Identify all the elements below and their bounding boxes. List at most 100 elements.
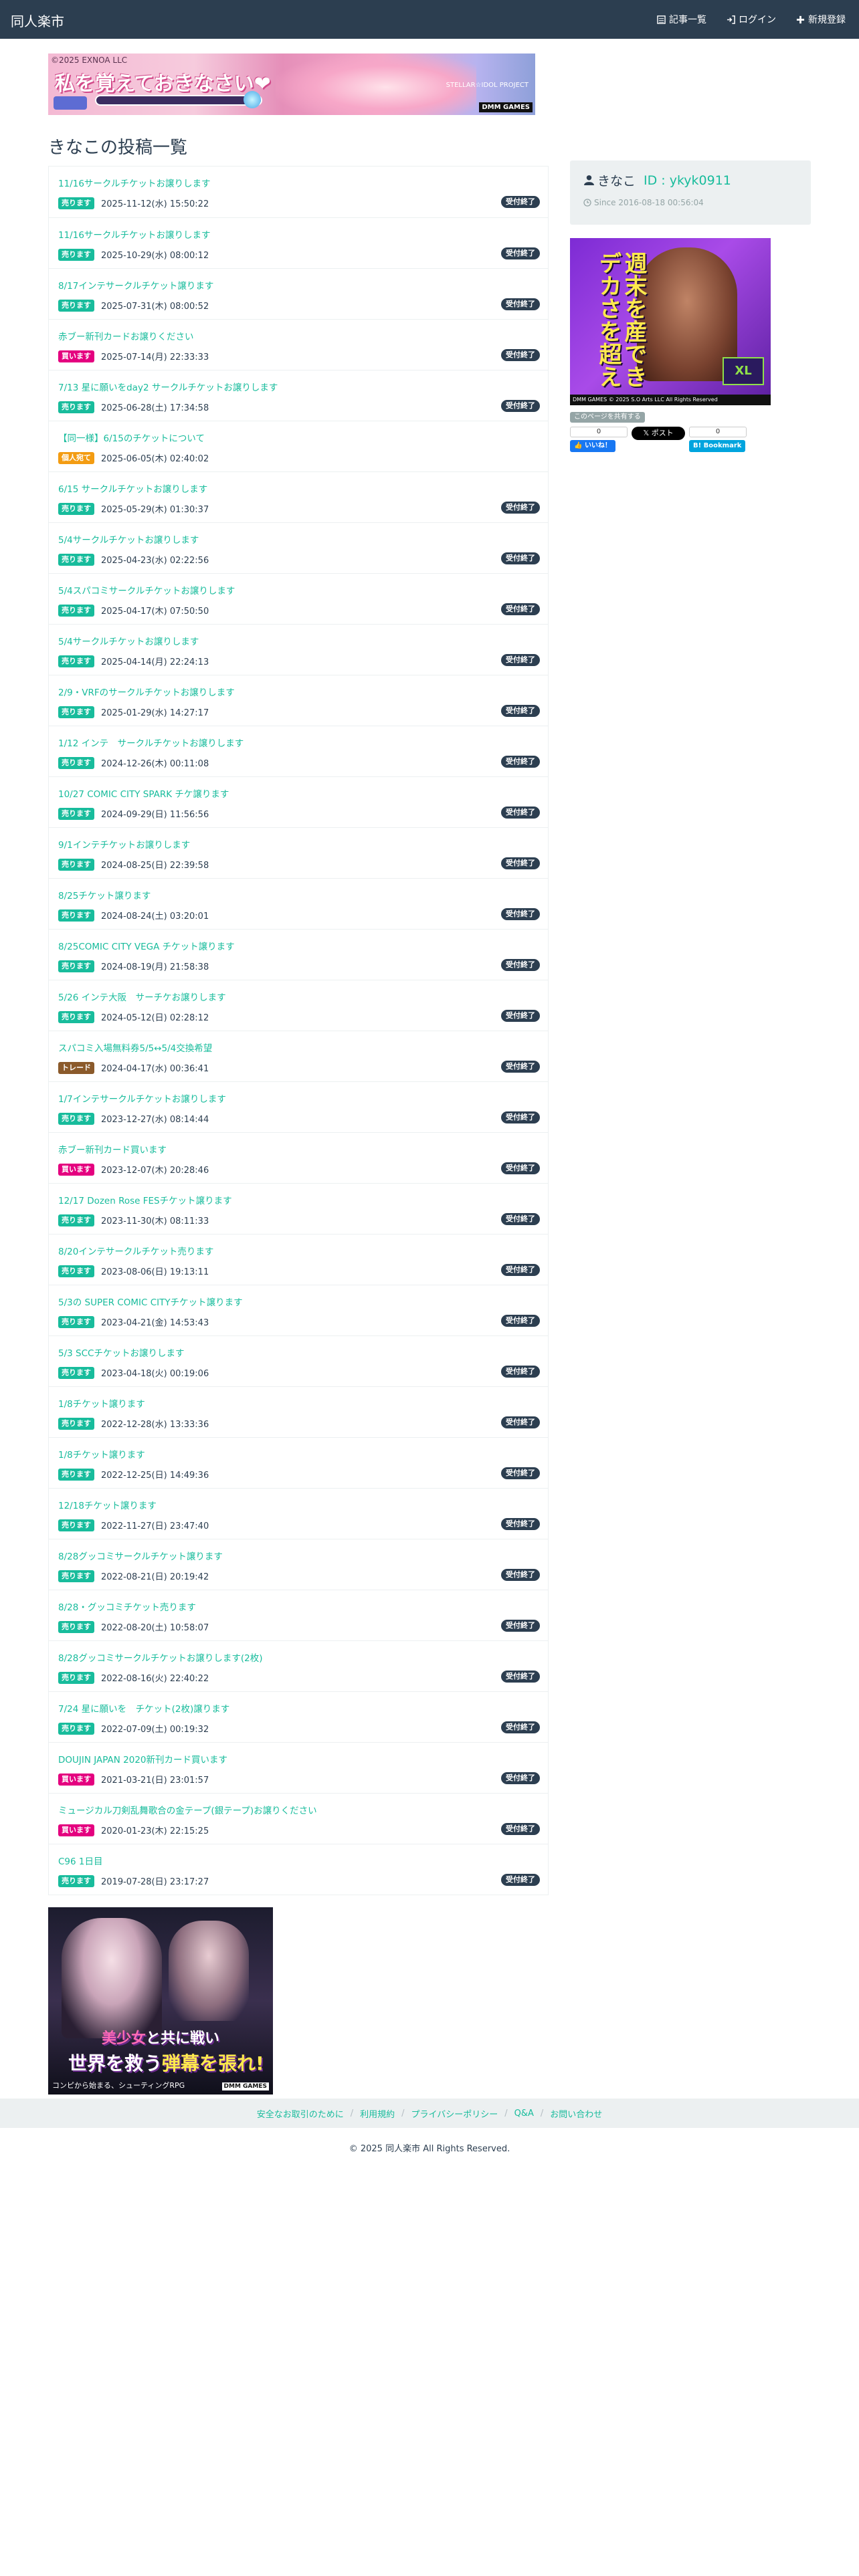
post-item[interactable]: 8/17インテサークルチケット譲ります 売ります 2025-07-31(木) 08:… xyxy=(49,268,548,319)
ad-tagline: STELLAR☆IDOL PROJECT xyxy=(446,82,529,89)
brand-logo[interactable]: 同人楽市 xyxy=(11,11,64,30)
post-item[interactable]: 5/4サークルチケットお譲りします 売ります 2025-04-23(水) 02:22… xyxy=(49,522,548,573)
post-title-link[interactable]: 7/13 星に願いをday2 サークルチケットお譲りします xyxy=(58,380,278,393)
post-title-link[interactable]: 8/28・グッコミチケット売ります xyxy=(58,1600,196,1613)
post-item[interactable]: 8/28グッコミサークルチケットお譲りします(2枚) 売ります 2022-08-16… xyxy=(49,1640,548,1691)
hatena-bookmark-text: Bookmark xyxy=(703,442,742,449)
post-item[interactable]: 1/12 インテ サークルチケットお譲りします 売ります 2024-12-26(木)… xyxy=(49,726,548,776)
post-title-link[interactable]: 1/12 インテ サークルチケットお譲りします xyxy=(58,736,244,749)
page-title: きなこの投稿一覧 xyxy=(48,138,188,158)
nav-article-list[interactable]: 記事一覧 xyxy=(657,13,706,26)
post-title-link[interactable]: 【同一様】6/15のチケットについて xyxy=(58,431,205,444)
facebook-like-button[interactable]: 0 👍 いいね！ xyxy=(570,427,628,452)
post-title-link[interactable]: 5/3の SUPER COMIC CITYチケット譲ります xyxy=(58,1295,243,1308)
post-item[interactable]: 5/4サークルチケットお譲りします 売ります 2025-04-14(月) 22:24… xyxy=(49,624,548,675)
post-status-badge: 受付終了 xyxy=(501,603,540,615)
post-title-link[interactable]: 8/28グッコミサークルチケット譲ります xyxy=(58,1549,223,1562)
post-item[interactable]: 5/4スパコミサークルチケットお譲りします 売ります 2025-04-17(木) 0… xyxy=(49,573,548,624)
post-item[interactable]: DOUJIN JAPAN 2020新刊カード買います 買います 2021-03-21… xyxy=(49,1742,548,1793)
post-title-link[interactable]: 6/15 サークルチケットお譲りします xyxy=(58,481,207,495)
bottom-ad-banner[interactable]: 美少女と共に戦い 世界を救う弾幕を張れ! コンピから始まる、シューティングRPG… xyxy=(48,1907,273,2095)
post-item[interactable]: 10/27 COMIC CITY SPARK チケ譲ります 売ります 2024-09… xyxy=(49,776,548,827)
post-title-link[interactable]: 1/8チケット譲ります xyxy=(58,1447,145,1461)
post-item[interactable]: 赤ブー新刊カードお譲りください 買います 2025-07-14(月) 22:33:3… xyxy=(49,319,548,370)
post-item[interactable]: 7/13 星に願いをday2 サークルチケットお譲りします 売ります 2025-06… xyxy=(49,370,548,421)
footer-link[interactable]: 安全なお取引のために xyxy=(257,2107,344,2120)
x-post-button[interactable]: 𝕏 ポスト xyxy=(632,427,685,440)
post-item[interactable]: 8/20インテサークルチケット売ります 売ります 2023-08-06(日) 19:… xyxy=(49,1234,548,1285)
post-item[interactable]: 11/16サークルチケットお譲りします 売ります 2025-10-29(水) 08:… xyxy=(49,217,548,268)
post-item[interactable]: 8/25チケット譲ります 売ります 2024-08-24(土) 03:20:01 受付… xyxy=(49,878,548,929)
post-title-link[interactable]: 8/20インテサークルチケット売ります xyxy=(58,1244,213,1257)
post-title-link[interactable]: 5/4スパコミサークルチケットお譲りします xyxy=(58,583,235,597)
share-label: このページを共有する xyxy=(570,412,645,423)
post-item[interactable]: 1/8チケット譲ります 売ります 2022-12-25(日) 14:49:36 受付終… xyxy=(49,1437,548,1488)
ad-game-logo xyxy=(54,96,87,110)
post-title-link[interactable]: 10/27 COMIC CITY SPARK チケ譲ります xyxy=(58,786,229,800)
post-title-link[interactable]: 1/8チケット譲ります xyxy=(58,1396,145,1410)
post-item[interactable]: 5/3の SUPER COMIC CITYチケット譲ります 売ります 2023-04… xyxy=(49,1285,548,1335)
post-status-badge: 受付終了 xyxy=(501,1213,540,1225)
post-item[interactable]: 9/1インテチケットお譲りします 売ります 2024-08-25(日) 22:39:… xyxy=(49,827,548,878)
post-title-link[interactable]: C96 1日目 xyxy=(58,1854,103,1867)
post-item[interactable]: 12/18チケット譲ります 売ります 2022-11-27(日) 23:47:40 受… xyxy=(49,1488,548,1539)
post-title-link[interactable]: 2/9・VRFのサークルチケットお譲りします xyxy=(58,685,235,698)
post-title-link[interactable]: 9/1インテチケットお譲りします xyxy=(58,837,190,851)
post-item[interactable]: 赤ブー新刊カード買います 買います 2023-12-07(木) 20:28:46 受付… xyxy=(49,1132,548,1183)
post-title-link[interactable]: スパコミ入場無料券5/5↔︎5/4交換希望 xyxy=(58,1041,212,1054)
post-title-link[interactable]: 5/26 インテ大阪 サーチケお譲りします xyxy=(58,990,226,1003)
post-item[interactable]: 7/24 星に願いを チケット(2枚)譲ります 売ります 2022-07-09(土)… xyxy=(49,1691,548,1742)
post-item[interactable]: 5/3 SCCチケットお譲りします 売ります 2023-04-18(火) 00:19… xyxy=(49,1335,548,1386)
top-ad-banner[interactable]: ©2025 EXNOA LLC 私を覚えておきなさい❤ STELLAR☆IDOL… xyxy=(48,53,535,115)
post-title-link[interactable]: 12/18チケット譲ります xyxy=(58,1498,157,1511)
post-title-link[interactable]: 8/17インテサークルチケット譲ります xyxy=(58,278,213,292)
post-item[interactable]: 2/9・VRFのサークルチケットお譲りします 売ります 2025-01-29(水) … xyxy=(49,675,548,726)
post-title-link[interactable]: 5/4サークルチケットお譲りします xyxy=(58,634,199,647)
post-item[interactable]: 11/16サークルチケットお譲りします 売ります 2025-11-12(水) 15:… xyxy=(49,167,548,217)
footer-link[interactable]: 利用規約 xyxy=(360,2107,395,2120)
post-item[interactable]: 6/15 サークルチケットお譲りします 売ります 2025-05-29(木) 01:… xyxy=(49,471,548,522)
post-item[interactable]: 8/28グッコミサークルチケット譲ります 売ります 2022-08-21(日) 20… xyxy=(49,1539,548,1590)
hatena-bookmark-button[interactable]: 0 B! Bookmark xyxy=(689,427,747,452)
post-item[interactable]: 【同一様】6/15のチケットについて 個人宛て 2025-06-05(木) 02:4… xyxy=(49,421,548,471)
post-title-link[interactable]: ミュージカル刀剣乱舞歌合の金テープ(銀テープ)お譲りください xyxy=(58,1803,317,1816)
ad-headline-2a: 世界を救う xyxy=(68,2052,163,2074)
footer-separator: / xyxy=(401,2108,405,2119)
post-title-link[interactable]: 赤ブー新刊カード買います xyxy=(58,1142,167,1156)
post-item[interactable]: ミュージカル刀剣乱舞歌合の金テープ(銀テープ)お譲りください 買います 2020-0… xyxy=(49,1793,548,1844)
footer-link[interactable]: お問い合わせ xyxy=(550,2107,602,2120)
post-item[interactable]: 1/7インテサークルチケットお譲りします 売ります 2023-12-27(水) 08… xyxy=(49,1081,548,1132)
post-item[interactable]: 12/17 Dozen Rose FESチケット譲ります 売ります 2023-11-… xyxy=(49,1183,548,1234)
post-date: 2023-12-27(水) 08:14:44 xyxy=(101,1115,209,1125)
post-title-link[interactable]: 8/28グッコミサークルチケットお譲りします(2枚) xyxy=(58,1650,263,1664)
footer-link[interactable]: Q&A xyxy=(514,2109,534,2119)
post-title-link[interactable]: 5/3 SCCチケットお譲りします xyxy=(58,1346,184,1359)
post-date: 2024-08-25(日) 22:39:58 xyxy=(101,861,209,871)
post-title-link[interactable]: 11/16サークルチケットお譲りします xyxy=(58,227,211,241)
side-ad-banner[interactable]: 週末を産できデカさを超え XL DMM GAMES © 2025 S.O Art… xyxy=(570,238,771,405)
post-title-link[interactable]: 7/24 星に願いを チケット(2枚)譲ります xyxy=(58,1701,229,1715)
post-date: 2023-08-06(日) 19:13:11 xyxy=(101,1267,209,1277)
post-status-badge: 受付終了 xyxy=(501,552,540,564)
post-title-link[interactable]: 1/7インテサークルチケットお譲りします xyxy=(58,1091,226,1105)
post-title-link[interactable]: 5/4サークルチケットお譲りします xyxy=(58,532,199,546)
nav-login[interactable]: ログイン xyxy=(727,13,776,26)
post-title-link[interactable]: 8/25チケット譲ります xyxy=(58,888,151,901)
post-title-link[interactable]: 8/25COMIC CITY VEGA チケット譲ります xyxy=(58,939,235,952)
post-date: 2025-04-17(木) 07:50:50 xyxy=(101,607,209,617)
post-title-link[interactable]: 12/17 Dozen Rose FESチケット譲ります xyxy=(58,1193,232,1206)
post-date: 2025-11-12(水) 15:50:22 xyxy=(101,199,209,209)
post-item[interactable]: 5/26 インテ大阪 サーチケお譲りします 売ります 2024-05-12(日) 0… xyxy=(49,980,548,1031)
post-title-link[interactable]: DOUJIN JAPAN 2020新刊カード買います xyxy=(58,1752,227,1765)
nav-register[interactable]: 新規登録 xyxy=(796,13,846,26)
post-item[interactable]: 1/8チケット譲ります 売ります 2022-12-28(水) 13:33:36 受付終… xyxy=(49,1386,548,1437)
post-type-badge: 買います xyxy=(58,350,94,362)
post-item[interactable]: スパコミ入場無料券5/5↔︎5/4交換希望 トレード 2024-04-17(水) 0… xyxy=(49,1031,548,1081)
post-item[interactable]: 8/28・グッコミチケット売ります 売ります 2022-08-20(土) 10:58… xyxy=(49,1590,548,1640)
post-title-link[interactable]: 赤ブー新刊カードお譲りください xyxy=(58,329,194,342)
footer-link[interactable]: プライバシーポリシー xyxy=(411,2107,498,2120)
post-item[interactable]: C96 1日目 売ります 2019-07-28(日) 23:17:27 受付終了 xyxy=(49,1844,548,1895)
post-date: 2023-04-21(金) 14:53:43 xyxy=(101,1318,209,1328)
post-item[interactable]: 8/25COMIC CITY VEGA チケット譲ります 売ります 2024-08-… xyxy=(49,929,548,980)
post-title-link[interactable]: 11/16サークルチケットお譲りします xyxy=(58,176,211,189)
